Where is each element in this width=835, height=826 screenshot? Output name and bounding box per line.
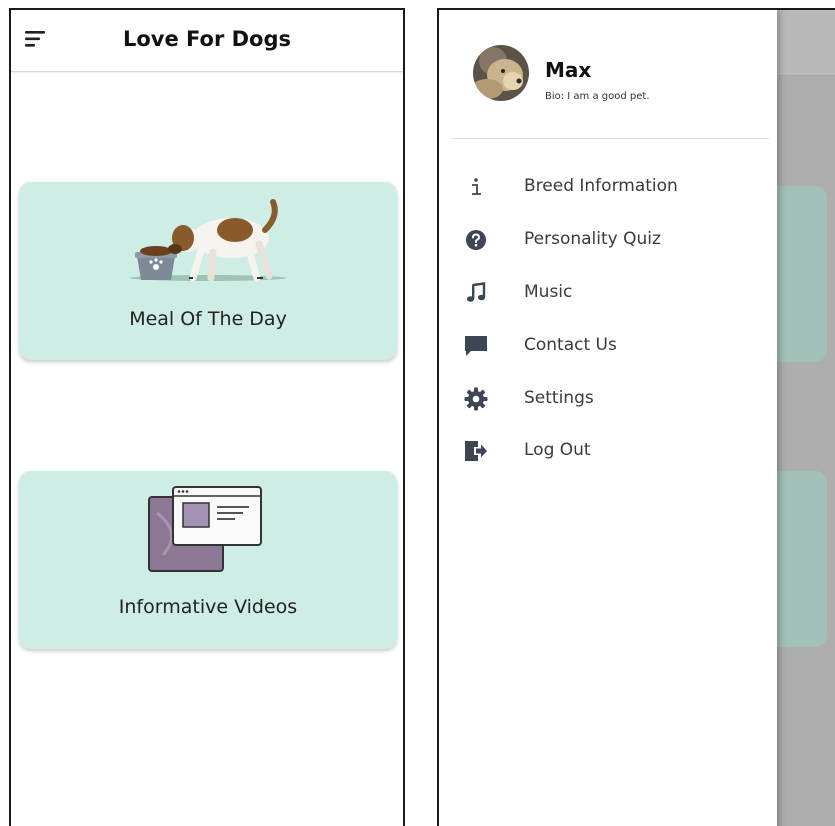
card-label: Informative Videos bbox=[118, 596, 298, 618]
page-title: Love For Dogs bbox=[122, 27, 292, 51]
music-note-icon bbox=[463, 281, 489, 305]
menu-item-log-out[interactable]: Log Out bbox=[439, 429, 777, 473]
menu-item-label: Contact Us bbox=[524, 335, 617, 355]
menu-item-breed-information[interactable]: Breed Information bbox=[439, 165, 777, 209]
menu-item-label: Log Out bbox=[524, 440, 591, 460]
app-bar: Love For Dogs bbox=[11, 10, 403, 72]
card-label: Meal Of The Day bbox=[129, 308, 287, 330]
menu-item-personality-quiz[interactable]: Personality Quiz bbox=[439, 218, 777, 262]
menu-item-contact-us[interactable]: Contact Us bbox=[439, 324, 777, 368]
help-icon bbox=[463, 228, 489, 252]
avatar bbox=[473, 45, 529, 101]
informative-videos-card[interactable]: Informative Videos bbox=[19, 471, 397, 649]
info-icon bbox=[463, 175, 489, 199]
profile-bio: Bio: I am a good pet. bbox=[545, 91, 650, 102]
menu-item-label: Breed Information bbox=[524, 176, 678, 196]
drawer-screen: Max Bio: I am a good pet. Breed Informat… bbox=[437, 8, 835, 826]
chat-icon bbox=[463, 334, 489, 358]
logout-icon bbox=[463, 439, 489, 463]
menu-item-label: Settings bbox=[524, 388, 594, 408]
navigation-drawer: Max Bio: I am a good pet. Breed Informat… bbox=[439, 10, 777, 826]
video-windows-illustration bbox=[143, 483, 273, 579]
home-screen: Love For Dogs Meal Of The Day Informativ… bbox=[9, 8, 405, 826]
profile-name: Max bbox=[545, 58, 592, 82]
gear-icon bbox=[463, 387, 489, 411]
dog-eating-illustration bbox=[123, 194, 293, 288]
dimmed-app-bar bbox=[777, 10, 835, 76]
menu-item-music[interactable]: Music bbox=[439, 271, 777, 315]
menu-item-label: Personality Quiz bbox=[524, 229, 661, 249]
meal-of-the-day-card[interactable]: Meal Of The Day bbox=[19, 182, 397, 360]
menu-item-label: Music bbox=[524, 282, 573, 302]
menu-item-settings[interactable]: Settings bbox=[439, 377, 777, 421]
divider bbox=[451, 138, 769, 139]
